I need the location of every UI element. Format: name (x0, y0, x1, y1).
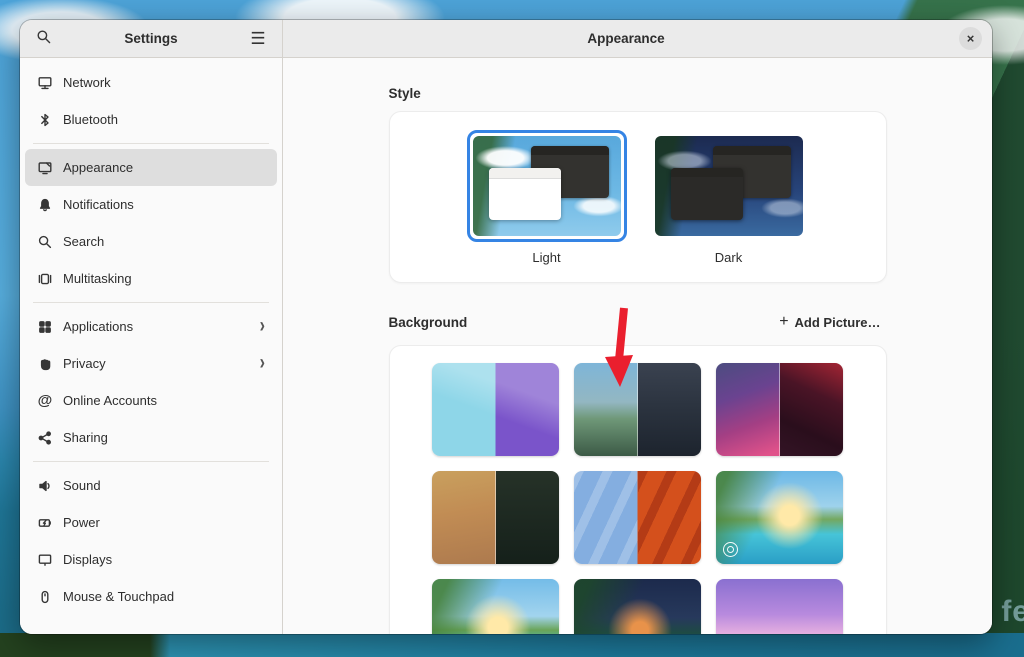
sidebar-title: Settings (58, 31, 244, 46)
sidebar-item-sound[interactable]: Sound (25, 467, 277, 504)
main-header: Appearance × (283, 20, 992, 57)
sidebar-item-applications[interactable]: Applications › (25, 308, 277, 345)
sidebar-item-network[interactable]: Network (25, 64, 277, 101)
appearance-panel: Style Light (283, 58, 992, 634)
sidebar-separator (33, 461, 269, 462)
sidebar-item-multitasking[interactable]: Multitasking (25, 260, 277, 297)
search-button[interactable] (30, 25, 58, 53)
add-picture-button[interactable]: + Add Picture… (773, 309, 886, 335)
sidebar-item-notifications[interactable]: Notifications (25, 186, 277, 223)
wallpaper-thumb-abstract-teal-purple[interactable] (432, 363, 559, 456)
close-button[interactable]: × (959, 27, 982, 50)
wallpaper-thumb-purple-sky[interactable] (716, 579, 843, 634)
sidebar-item-label: Online Accounts (63, 393, 265, 408)
wallpaper-thumb-purple-maroon[interactable] (716, 363, 843, 456)
style-option-dark[interactable]: Dark (649, 130, 809, 265)
style-option-light[interactable]: Light (467, 130, 627, 265)
sidebar-item-label: Mouse & Touchpad (63, 589, 265, 604)
wallpaper-thumb-island-slideshow[interactable] (716, 471, 843, 564)
sidebar-item-displays[interactable]: Displays (25, 541, 277, 578)
hand-icon (37, 356, 53, 372)
battery-icon (37, 515, 53, 531)
dark-style-preview (655, 136, 803, 236)
sidebar-item-label: Notifications (63, 197, 265, 212)
wallpaper-thumb-island-day[interactable] (432, 579, 559, 634)
menu-button[interactable]: ☰ (244, 25, 272, 53)
sidebar-item-mouse-touchpad[interactable]: Mouse & Touchpad (25, 578, 277, 615)
slideshow-indicator-icon (723, 542, 738, 557)
style-option-label: Light (532, 250, 560, 265)
light-style-preview (473, 136, 621, 236)
wallpaper-thumb-drips-blue-orange[interactable] (574, 471, 701, 564)
sidebar-item-label: Search (63, 234, 265, 249)
sidebar-separator (33, 143, 269, 144)
search-icon (37, 234, 53, 250)
sidebar-separator (33, 302, 269, 303)
chevron-right-icon: › (260, 316, 265, 337)
share-icon (37, 430, 53, 446)
sidebar-item-label: Network (63, 75, 265, 90)
sidebar-item-label: Sound (63, 478, 265, 493)
style-section-label: Style (389, 86, 887, 101)
style-option-label: Dark (715, 250, 742, 265)
dark-selection-ring (649, 130, 809, 242)
wallpaper-thumb-island-night[interactable] (574, 579, 701, 634)
at-icon: @ (37, 393, 53, 409)
sidebar-item-label: Power (63, 515, 265, 530)
desktop-wallpaper-water (0, 633, 1024, 657)
search-icon (36, 29, 52, 48)
sidebar-header: Settings ☰ (20, 20, 283, 57)
monitor-icon (37, 552, 53, 568)
applications-grid-icon (37, 319, 53, 335)
background-section-label: Background (389, 315, 468, 330)
hamburger-icon: ☰ (250, 29, 265, 49)
plus-icon: + (779, 313, 788, 331)
preview-dark-window-2 (671, 168, 743, 220)
sidebar-item-power[interactable]: Power (25, 504, 277, 541)
sidebar-item-label: Applications (63, 319, 250, 334)
window-body: Network Bluetooth Appearance Notific (20, 58, 992, 634)
multitasking-icon (37, 271, 53, 287)
wallpaper-thumb-orange-darkgreen[interactable] (432, 471, 559, 564)
mouse-icon (37, 589, 53, 605)
preview-light-window (489, 168, 561, 220)
close-icon: × (967, 32, 975, 45)
light-selection-ring (467, 130, 627, 242)
sidebar-item-appearance[interactable]: Appearance (25, 149, 277, 186)
style-card: Light Dark (389, 111, 887, 283)
sidebar: Network Bluetooth Appearance Notific (20, 58, 283, 634)
bluetooth-icon (37, 112, 53, 128)
sidebar-item-label: Privacy (63, 356, 250, 371)
wallpaper-thumb-city-day-night[interactable] (574, 363, 701, 456)
sidebar-item-label: Bluetooth (63, 112, 265, 127)
wallpaper-grid (390, 363, 886, 634)
sidebar-item-label: Sharing (63, 430, 265, 445)
sidebar-item-label: Appearance (63, 160, 265, 175)
chevron-right-icon: › (260, 353, 265, 374)
sidebar-item-label: Displays (63, 552, 265, 567)
background-card (389, 345, 887, 634)
sidebar-item-online-accounts[interactable]: @ Online Accounts (25, 382, 277, 419)
sidebar-item-label: Multitasking (63, 271, 265, 286)
appearance-icon (37, 160, 53, 176)
settings-window: Settings ☰ Appearance × Network (20, 20, 992, 634)
sidebar-item-bluetooth[interactable]: Bluetooth (25, 101, 277, 138)
speaker-icon (37, 478, 53, 494)
sidebar-item-search[interactable]: Search (25, 223, 277, 260)
titlebar: Settings ☰ Appearance × (20, 20, 992, 58)
network-icon (37, 75, 53, 91)
bell-icon (37, 197, 53, 213)
sidebar-item-privacy[interactable]: Privacy › (25, 345, 277, 382)
page-title: Appearance (293, 31, 959, 46)
desktop-watermark: fe (1001, 595, 1024, 629)
add-picture-label: Add Picture… (795, 315, 881, 330)
sidebar-item-sharing[interactable]: Sharing (25, 419, 277, 456)
